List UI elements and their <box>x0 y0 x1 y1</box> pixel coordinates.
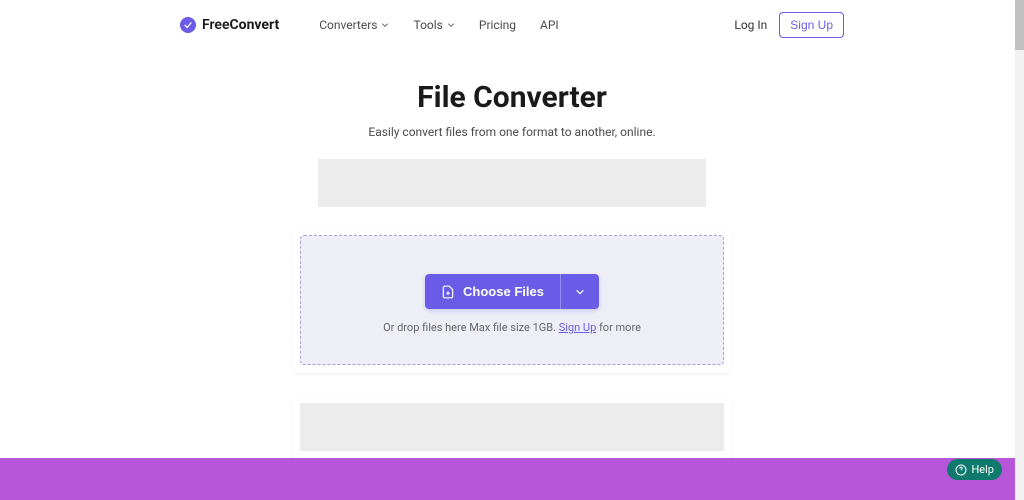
drop-hint: Or drop files here Max file size 1GB. Si… <box>321 321 703 334</box>
choose-files-dropdown[interactable] <box>560 274 599 309</box>
ad-placeholder <box>318 159 706 207</box>
page-subtitle: Easily convert files from one format to … <box>0 125 1024 139</box>
nav-label: API <box>540 18 559 32</box>
chevron-down-icon <box>447 21 455 29</box>
chevron-down-icon <box>381 21 389 29</box>
scrollbar[interactable] <box>1015 0 1024 500</box>
signup-button[interactable]: Sign Up <box>779 12 844 38</box>
nav-converters[interactable]: Converters <box>319 18 389 32</box>
chevron-down-icon <box>575 287 585 297</box>
nav-label: Pricing <box>479 18 516 32</box>
drop-hint-pre: Or drop files here Max file size 1GB. <box>383 321 559 334</box>
footer-band <box>0 458 1015 500</box>
upload-card: Choose Files Or drop files here Max file… <box>292 227 732 373</box>
logo[interactable]: FreeConvert <box>180 17 279 33</box>
dropzone[interactable]: Choose Files Or drop files here Max file… <box>300 235 724 365</box>
page-title: File Converter <box>0 80 1024 115</box>
scrollbar-thumb[interactable] <box>1015 0 1024 50</box>
file-add-icon <box>441 285 455 299</box>
choose-files-button[interactable]: Choose Files <box>425 274 560 309</box>
nav-pricing[interactable]: Pricing <box>479 18 516 32</box>
help-icon <box>955 464 967 476</box>
drop-hint-post: for more <box>596 321 641 334</box>
ad-placeholder <box>300 403 724 451</box>
nav-api[interactable]: API <box>540 18 559 32</box>
nav-label: Tools <box>413 18 442 32</box>
help-button[interactable]: Help <box>947 459 1002 480</box>
nav-tools[interactable]: Tools <box>413 18 454 32</box>
logo-text: FreeConvert <box>202 17 279 33</box>
choose-files-label: Choose Files <box>463 284 544 299</box>
help-label: Help <box>971 463 994 476</box>
logo-icon <box>180 17 196 33</box>
lower-card <box>292 395 732 459</box>
signup-link-inline[interactable]: Sign Up <box>559 321 597 334</box>
login-link[interactable]: Log In <box>734 18 767 32</box>
nav-label: Converters <box>319 18 377 32</box>
